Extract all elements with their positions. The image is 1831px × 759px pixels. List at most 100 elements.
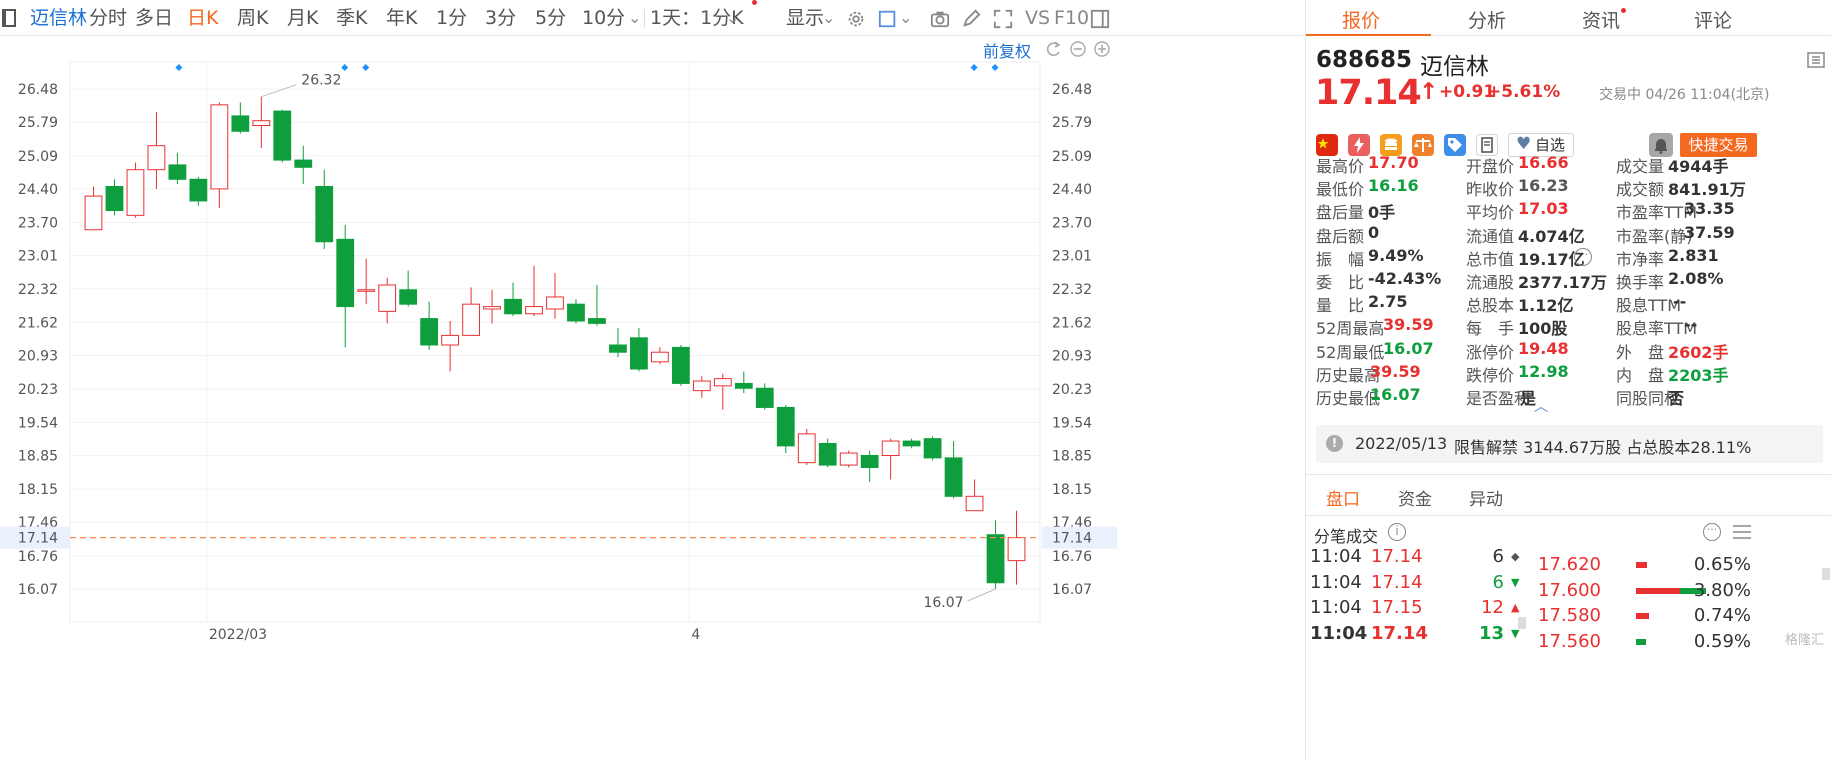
- candle-body: [378, 284, 397, 312]
- trade-price: 17.14: [1371, 622, 1428, 644]
- stat-label: 量 比: [1316, 296, 1365, 316]
- fullscreen-icon[interactable]: [992, 9, 1014, 29]
- stock-name-tab[interactable]: 迈信林: [30, 7, 87, 29]
- y-tick-label-right: 23.70: [1052, 216, 1092, 232]
- candle-body: [567, 303, 585, 322]
- trade-time: 11:04: [1310, 597, 1362, 618]
- tab-quote-underline: [1306, 34, 1431, 36]
- stat-label: 盘后额: [1316, 226, 1365, 246]
- panel-toggle-icon[interactable]: [1089, 9, 1111, 29]
- menu-list-icon[interactable]: [1807, 52, 1825, 68]
- candle-body: [713, 378, 732, 387]
- candle-body: [504, 298, 522, 315]
- kline-chart-svg[interactable]: 26.48 26.48 25.79 25.79 25.09 25.09 24.40 24.40…: [0, 37, 1305, 759]
- stat-value: 12.98: [1518, 361, 1569, 381]
- stat-value: 37.59: [1684, 222, 1735, 242]
- book-scrollbar[interactable]: [1822, 568, 1830, 580]
- stock-code: 688685: [1316, 47, 1413, 73]
- display-select[interactable]: 显示: [786, 7, 824, 29]
- camera-icon[interactable]: [929, 9, 951, 29]
- tag-icon[interactable]: [1444, 134, 1466, 156]
- zoom-out-icon[interactable]: [1070, 41, 1086, 57]
- zoom-in-icon[interactable]: [1094, 41, 1110, 57]
- tab-quote[interactable]: 报价: [1342, 6, 1380, 33]
- y-tick-label-left: 22.32: [18, 282, 58, 298]
- event-marker: [175, 63, 183, 72]
- period-tab-weekly[interactable]: 周K: [237, 7, 268, 29]
- draw-pencil-icon[interactable]: [960, 9, 982, 29]
- candle-body: [650, 351, 669, 363]
- y-tick-label-right: 26.48: [1052, 82, 1092, 98]
- compare-vs-button[interactable]: VS: [1025, 7, 1050, 29]
- subtab-funds[interactable]: 资金: [1398, 485, 1432, 510]
- period-more-chevron-icon[interactable]: ⌄: [628, 8, 641, 27]
- collapse-stats-chevron-icon[interactable]: ︿: [1534, 396, 1548, 416]
- period-tab-intraday[interactable]: 分时: [89, 7, 127, 29]
- high-price-label: 26.32: [301, 73, 341, 89]
- news-unread-dot: [1621, 8, 1626, 13]
- period-tab-monthly[interactable]: 月K: [287, 7, 318, 29]
- sidebar-toggle-icon[interactable]: [2, 9, 16, 27]
- tab-analysis[interactable]: 分析: [1468, 6, 1506, 33]
- candle-body: [755, 387, 774, 408]
- chart-style-icon[interactable]: [877, 9, 899, 29]
- low-price-label: 16.07: [923, 595, 963, 611]
- reset-zoom-icon[interactable]: [1046, 41, 1062, 57]
- period-tab-daily[interactable]: 日K: [187, 7, 218, 29]
- period-tab-3min[interactable]: 3分: [485, 7, 516, 29]
- stat-label: 振 幅: [1316, 249, 1365, 269]
- candle-body: [84, 195, 103, 231]
- tab-comments[interactable]: 评论: [1694, 6, 1732, 33]
- subtab-orderbook[interactable]: 盘口: [1326, 485, 1360, 510]
- separator: [1306, 515, 1831, 516]
- candle-body: [105, 186, 124, 212]
- stat-label: 市净率: [1616, 249, 1665, 269]
- trade-time: 11:04: [1310, 622, 1368, 644]
- kline-chart[interactable]: 26.48 26.48 25.79 25.79 25.09 25.09 24.40 24.40…: [0, 37, 1305, 759]
- restricted-shares-notice[interactable]: ! 2022/05/13 限售解禁 3144.67万股 占总股本28.11%: [1316, 425, 1823, 463]
- list-view-icon[interactable]: [1732, 524, 1752, 540]
- y-tick-label-right: 16.07: [1052, 582, 1092, 598]
- trades-info-icon[interactable]: i: [1388, 523, 1406, 541]
- display-chevron-icon[interactable]: ⌄: [822, 8, 835, 27]
- period-tab-5min[interactable]: 5分: [535, 7, 566, 29]
- y-tick-label-right: 25.09: [1052, 149, 1092, 165]
- stat-value: 16.23: [1518, 176, 1569, 196]
- candle-body: [881, 440, 900, 456]
- candle-body: [357, 289, 376, 292]
- tab-news[interactable]: 资讯: [1582, 6, 1620, 33]
- notification-dot: [752, 0, 757, 5]
- candle-body: [147, 145, 166, 171]
- candle-body: [1007, 537, 1026, 562]
- stat-value: 16.07: [1370, 385, 1421, 404]
- chart-style-chevron-icon[interactable]: ⌄: [899, 8, 912, 27]
- book-percent: 0.59%: [1693, 630, 1751, 652]
- trades-scrollbar[interactable]: [1518, 617, 1526, 629]
- trades-title: 分笔成交: [1314, 527, 1379, 546]
- y-tick-label-left: 25.09: [18, 149, 58, 165]
- period-tab-multiday[interactable]: 多日: [135, 7, 173, 29]
- price-adjust-toggle[interactable]: 前复权: [983, 38, 1031, 62]
- market-cap-more-icon[interactable]: ···: [1574, 248, 1592, 266]
- period-tab-quarterly[interactable]: 季K: [336, 7, 367, 29]
- period-tab-yearly[interactable]: 年K: [386, 7, 417, 29]
- more-options-icon[interactable]: ···: [1703, 523, 1721, 541]
- trade-up-arrow-icon: ▲: [1511, 601, 1520, 614]
- trade-neutral-icon: ◆: [1511, 550, 1520, 563]
- interval-chevron-icon[interactable]: ⌄: [726, 8, 739, 27]
- settings-gear-icon[interactable]: [845, 9, 867, 29]
- period-tab-10min[interactable]: 10分: [582, 7, 625, 29]
- stat-value: 19.48: [1518, 338, 1569, 358]
- period-tab-1min[interactable]: 1分: [436, 7, 467, 29]
- x-tick-label: 4: [691, 627, 700, 643]
- candle-body: [923, 438, 942, 459]
- y-tick-label-right: 19.54: [1052, 415, 1092, 431]
- candle-body: [860, 454, 879, 468]
- quote-tabs: 报价 分析 资讯 评论: [1306, 0, 1831, 36]
- f10-button[interactable]: F10: [1054, 7, 1089, 29]
- stat-value: 4.074亿: [1518, 226, 1585, 246]
- trade-time: 11:04: [1310, 546, 1362, 567]
- stat-label: 每 手: [1466, 319, 1515, 339]
- candle-body: [630, 337, 648, 370]
- subtab-movements[interactable]: 异动: [1469, 485, 1503, 510]
